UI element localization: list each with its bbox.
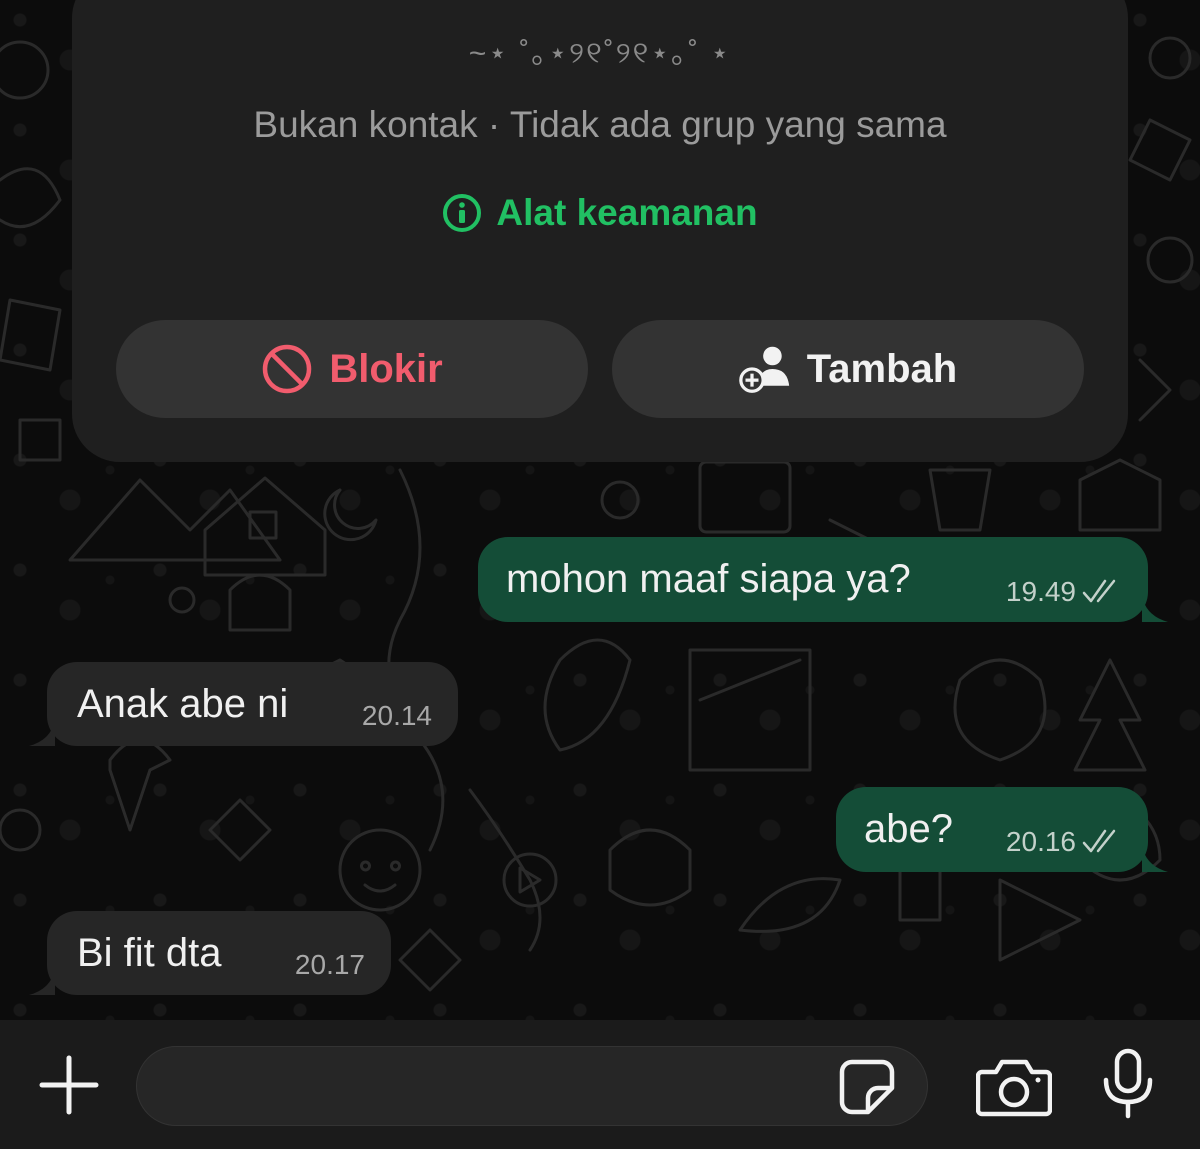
block-icon — [263, 344, 312, 394]
contact-status-subtitle: Bukan kontak · Tidak ada grup yang sama — [253, 104, 947, 145]
add-contact-button[interactable]: Tambah — [612, 320, 1084, 418]
security-tools-link[interactable]: Alat keamanan — [72, 192, 1128, 234]
message-meta: 20.14 — [362, 700, 432, 732]
message-time: 19.49 — [1005, 576, 1076, 607]
composer-bar — [0, 1020, 1200, 1149]
message-bubble-incoming[interactable]: Anak abe ni 20.14 — [29, 662, 458, 746]
add-contact-label: Tambah — [806, 346, 958, 391]
plus-icon[interactable] — [38, 1054, 100, 1116]
double-check-icon — [1082, 829, 1116, 853]
message-input[interactable] — [136, 1046, 928, 1126]
double-check-icon — [1082, 579, 1116, 603]
message-bubble-incoming[interactable]: Bi fit dta 20.17 — [29, 911, 391, 995]
bubble-tail — [29, 969, 55, 995]
security-tools-label: Alat keamanan — [496, 192, 758, 233]
message-time: 20.17 — [294, 949, 365, 980]
camera-icon[interactable] — [976, 1056, 1052, 1118]
block-button-label: Blokir — [329, 346, 443, 391]
message-meta: 19.49 — [1006, 576, 1122, 608]
message-meta: 20.16 — [1006, 826, 1122, 858]
message-text: Bi fit dta — [77, 930, 222, 975]
bubble-tail — [29, 720, 55, 746]
microphone-icon[interactable] — [1100, 1048, 1156, 1120]
sticker-icon[interactable] — [838, 1058, 896, 1116]
contact-info-card: ~⋆ ˚｡⋆୨୧˚୨୧⋆｡˚ ⋆ Bukan kontak · Tidak ad… — [72, 0, 1128, 462]
block-button[interactable]: Blokir — [116, 320, 588, 418]
message-text: mohon maaf siapa ya? — [506, 557, 911, 601]
bubble-tail — [1142, 596, 1168, 622]
contact-display-name: ~⋆ ˚｡⋆୨୧˚୨୧⋆｡˚ ⋆ — [468, 37, 732, 70]
message-bubble-outgoing[interactable]: abe? 20.16 — [836, 787, 1168, 872]
message-text: abe? — [864, 807, 953, 851]
message-time: 20.14 — [361, 700, 432, 731]
message-text: Anak abe ni — [77, 681, 289, 726]
info-icon — [443, 194, 482, 232]
message-bubble-outgoing[interactable]: mohon maaf siapa ya? 19.49 — [478, 537, 1168, 622]
add-person-icon — [739, 346, 789, 393]
message-time: 20.16 — [1005, 826, 1076, 857]
bubble-tail — [1142, 846, 1168, 872]
message-meta: 20.17 — [295, 949, 365, 981]
